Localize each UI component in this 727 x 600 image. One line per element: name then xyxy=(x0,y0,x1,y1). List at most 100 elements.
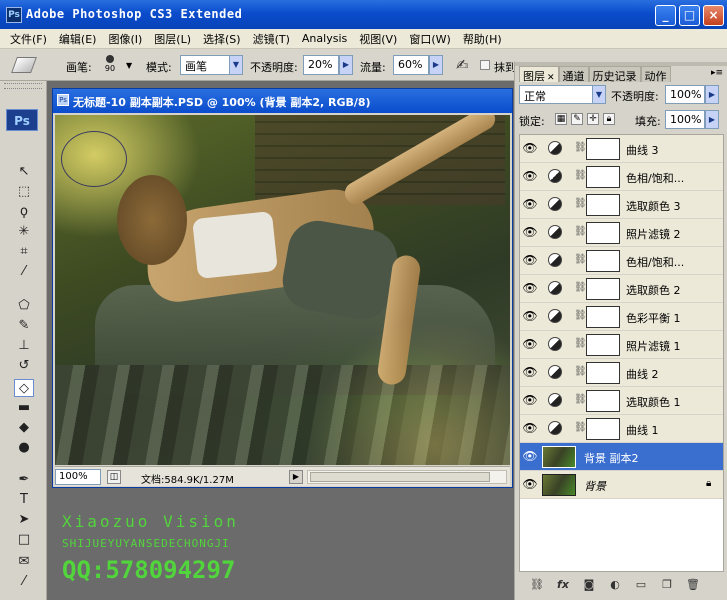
layer-row[interactable]: 👁︎ ⛓ 曲线 2 xyxy=(520,359,723,387)
opacity-input[interactable]: 20% xyxy=(303,55,339,75)
visibility-eye-icon[interactable]: 👁︎ xyxy=(522,197,538,211)
layer-mask-thumbnail[interactable] xyxy=(586,390,620,412)
layer-mask-thumbnail[interactable] xyxy=(586,418,620,440)
mask-link-icon[interactable]: ⛓ xyxy=(574,254,587,265)
mask-link-icon[interactable]: ⛓ xyxy=(574,394,587,405)
layer-mask-thumbnail[interactable] xyxy=(586,362,620,384)
menu-filter[interactable]: 滤镜(T) xyxy=(247,31,296,47)
mask-link-icon[interactable]: ⛓ xyxy=(574,170,587,181)
toolbox-grip[interactable] xyxy=(4,83,42,89)
menu-edit[interactable]: 编辑(E) xyxy=(53,31,103,47)
flow-slider-arrow-icon[interactable]: ▶ xyxy=(429,55,443,75)
tab-channels[interactable]: 通道 xyxy=(558,66,589,83)
tab-history[interactable]: 历史记录 xyxy=(588,66,641,83)
close-tab-icon[interactable]: ✕ xyxy=(547,73,555,83)
layer-thumbnail[interactable] xyxy=(542,446,576,468)
layer-row[interactable]: 👁︎ ⛓ 色相/饱和... xyxy=(520,163,723,191)
layer-mask-thumbnail[interactable] xyxy=(586,194,620,216)
visibility-eye-icon[interactable]: 👁︎ xyxy=(522,449,538,463)
layer-row[interactable]: 👁︎ 背景 副本2 xyxy=(520,443,723,471)
menu-file[interactable]: 文件(F) xyxy=(4,31,53,47)
brush-preset-picker[interactable]: 90 xyxy=(100,55,120,77)
horizontal-scrollbar[interactable] xyxy=(307,470,507,484)
mask-link-icon[interactable]: ⛓ xyxy=(574,198,587,209)
layer-row[interactable]: 👁︎ ⛓ 曲线 1 xyxy=(520,415,723,443)
path-select-tool-icon[interactable]: ➤ xyxy=(14,511,34,529)
mode-dropdown-arrow-icon[interactable]: ▼ xyxy=(229,55,243,75)
marquee-tool-icon[interactable]: ⬚ xyxy=(14,183,34,201)
opacity-slider-arrow-icon[interactable]: ▶ xyxy=(339,55,353,75)
layer-mask-thumbnail[interactable] xyxy=(586,138,620,160)
mask-link-icon[interactable]: ⛓ xyxy=(574,226,587,237)
layer-opacity-input[interactable]: 100% xyxy=(665,85,705,104)
lock-transparent-icon[interactable]: ▦ xyxy=(555,113,567,125)
zoom-input[interactable]: 100% xyxy=(55,469,101,485)
visibility-eye-icon[interactable]: 👁︎ xyxy=(522,337,538,351)
new-group-icon[interactable]: ▭ xyxy=(633,578,649,591)
layer-mask-thumbnail[interactable] xyxy=(586,222,620,244)
fill-input[interactable]: 100% xyxy=(665,110,705,129)
tab-layers[interactable]: 图层 ✕ xyxy=(519,66,559,83)
layer-mask-thumbnail[interactable] xyxy=(586,278,620,300)
layer-row[interactable]: 👁︎ 背景 🔒︎ xyxy=(520,471,723,499)
move-tool-icon[interactable]: ↖ xyxy=(14,163,34,181)
healing-tool-icon[interactable]: ⬠ xyxy=(14,297,34,315)
visibility-eye-icon[interactable]: 👁︎ xyxy=(522,281,538,295)
mask-link-icon[interactable]: ⛓ xyxy=(574,366,587,377)
eraser-tool-icon[interactable]: ◇ xyxy=(14,379,34,397)
visibility-eye-icon[interactable]: 👁︎ xyxy=(522,365,538,379)
menu-help[interactable]: 帮助(H) xyxy=(457,31,508,47)
notes-tool-icon[interactable]: ✉ xyxy=(14,553,34,571)
lock-image-icon[interactable]: ✎ xyxy=(571,113,583,125)
mask-link-icon[interactable]: ⛓ xyxy=(574,282,587,293)
flow-input[interactable]: 60% xyxy=(393,55,429,75)
history-brush-tool-icon[interactable]: ↺ xyxy=(14,357,34,375)
delete-layer-icon[interactable]: 🗑︎ xyxy=(685,578,701,591)
mode-select[interactable]: 画笔 xyxy=(180,55,230,75)
fill-arrow-icon[interactable]: ▶ xyxy=(705,110,719,129)
menu-image[interactable]: 图像(I) xyxy=(102,31,148,47)
fx-icon[interactable]: fx xyxy=(555,578,571,591)
layer-row[interactable]: 👁︎ ⛓ 照片滤镜 1 xyxy=(520,331,723,359)
crop-tool-icon[interactable]: ⌗ xyxy=(14,243,34,261)
layer-row[interactable]: 👁︎ ⛓ 曲线 3 xyxy=(520,135,723,163)
visibility-eye-icon[interactable]: 👁︎ xyxy=(522,477,538,491)
minimize-button[interactable]: _ xyxy=(655,5,676,26)
scrollbar-thumb[interactable] xyxy=(310,472,490,482)
visibility-eye-icon[interactable]: 👁︎ xyxy=(522,253,538,267)
menu-view[interactable]: 视图(V) xyxy=(353,31,403,47)
layer-row[interactable]: 👁︎ ⛓ 选取颜色 1 xyxy=(520,387,723,415)
lock-all-icon[interactable]: 🔒︎ xyxy=(603,113,615,125)
stamp-tool-icon[interactable]: ⊥ xyxy=(14,337,34,355)
type-tool-icon[interactable]: T xyxy=(14,491,34,509)
image-canvas[interactable] xyxy=(55,115,510,465)
panel-menu-icon[interactable]: ▸≡ xyxy=(711,68,723,78)
maximize-button[interactable]: □ xyxy=(679,5,700,26)
blur-tool-icon[interactable]: ◆ xyxy=(14,419,34,437)
new-adjustment-icon[interactable]: ◐ xyxy=(607,578,623,591)
lasso-tool-icon[interactable]: ϙ xyxy=(14,203,34,221)
toolbox-ps-logo-icon[interactable]: Ps xyxy=(6,109,38,131)
tab-actions[interactable]: 动作 xyxy=(640,66,671,83)
menu-select[interactable]: 选择(S) xyxy=(197,31,247,47)
visibility-eye-icon[interactable]: 👁︎ xyxy=(522,421,538,435)
blend-mode-select[interactable]: 正常 xyxy=(519,85,593,104)
layer-row[interactable]: 👁︎ ⛓ 色彩平衡 1 xyxy=(520,303,723,331)
mask-link-icon[interactable]: ⛓ xyxy=(574,338,587,349)
gradient-tool-icon[interactable]: ▬ xyxy=(14,399,34,417)
mask-link-icon[interactable]: ⛓ xyxy=(574,142,587,153)
eraser-preset-icon[interactable] xyxy=(11,57,37,73)
visibility-eye-icon[interactable]: 👁︎ xyxy=(522,141,538,155)
menu-analysis[interactable]: Analysis xyxy=(296,32,353,45)
close-button[interactable]: × xyxy=(703,5,724,26)
brush-tool-icon[interactable]: ✎ xyxy=(14,317,34,335)
new-layer-icon[interactable]: ❐ xyxy=(659,578,675,591)
shape-tool-icon[interactable]: □ xyxy=(14,531,34,549)
layer-row[interactable]: 👁︎ ⛓ 选取颜色 3 xyxy=(520,191,723,219)
blend-mode-arrow-icon[interactable]: ▼ xyxy=(592,85,606,104)
magic-wand-tool-icon[interactable]: ✳ xyxy=(14,223,34,241)
layer-opacity-arrow-icon[interactable]: ▶ xyxy=(705,85,719,104)
brush-dropdown-arrow-icon[interactable]: ▼ xyxy=(126,61,132,70)
airbrush-icon[interactable]: ✍ xyxy=(456,56,469,74)
visibility-eye-icon[interactable]: 👁︎ xyxy=(522,309,538,323)
